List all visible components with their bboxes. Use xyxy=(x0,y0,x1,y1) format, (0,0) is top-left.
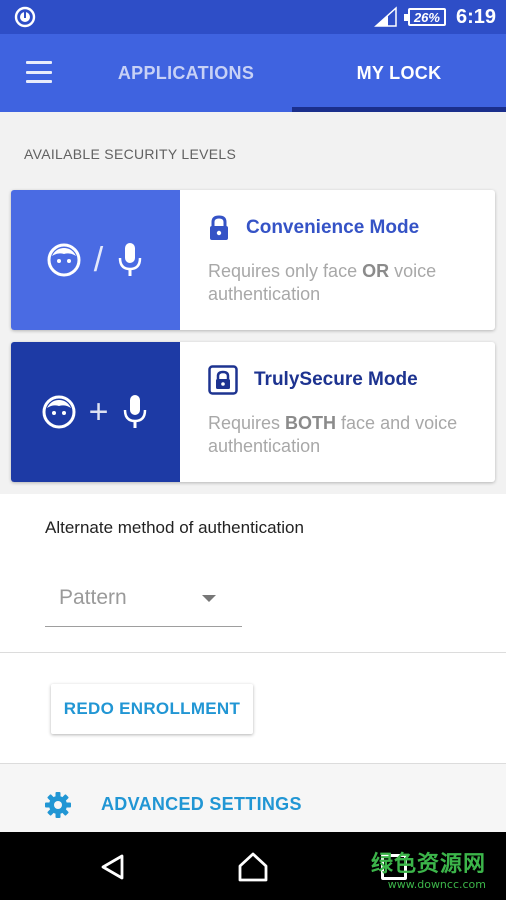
lock-icon xyxy=(210,215,228,240)
hamburger-menu-icon[interactable] xyxy=(26,61,52,83)
app-notification-icon xyxy=(14,6,36,28)
mode-description: Requires only face OR voice authenticati… xyxy=(208,261,437,304)
status-indicators: 26% 6:19 xyxy=(374,4,496,30)
convenience-mode-card[interactable]: / Convenience Mode Requires only face OR… xyxy=(11,190,495,330)
advanced-settings-label: ADVANCED SETTINGS xyxy=(101,794,302,814)
tab-applications[interactable]: APPLICATIONS xyxy=(80,34,292,112)
microphone-icon xyxy=(118,243,142,276)
status-time: 6:19 xyxy=(455,5,496,28)
mode-description: Requires BOTH face and voice authenticat… xyxy=(208,413,458,456)
mode-graphic: + xyxy=(11,342,180,482)
face-icon xyxy=(47,243,81,277)
battery-icon: 26% xyxy=(403,8,446,26)
back-icon[interactable] xyxy=(98,852,128,882)
dropdown-arrow-icon xyxy=(202,595,216,602)
alternate-method-dropdown[interactable]: Pattern xyxy=(45,578,242,627)
divider xyxy=(0,652,506,653)
boxed-lock-icon xyxy=(208,365,238,395)
signal-icon xyxy=(374,6,397,27)
gear-icon xyxy=(45,792,71,818)
app-bar: APPLICATIONS MY LOCK xyxy=(0,34,506,112)
section-header: AVAILABLE SECURITY LEVELS xyxy=(24,146,237,162)
advanced-settings-row[interactable]: ADVANCED SETTINGS xyxy=(0,764,506,832)
status-bar: 26% 6:19 xyxy=(0,0,506,34)
mode-title: Convenience Mode xyxy=(246,217,420,238)
watermark-text: 绿色资源网 xyxy=(370,852,486,877)
system-nav-bar: 绿色资源网 www.downcc.com xyxy=(0,832,506,900)
alternate-method-label: Alternate method of authentication xyxy=(45,518,304,537)
tab-my-lock[interactable]: MY LOCK xyxy=(292,34,506,112)
face-icon xyxy=(42,395,76,429)
operator-text: / xyxy=(93,240,104,279)
watermark-url: www.downcc.com xyxy=(387,878,486,891)
watermark: 绿色资源网 www.downcc.com xyxy=(371,846,486,891)
trulysecure-mode-card[interactable]: + TrulySecure Mode Requires BOTH face an… xyxy=(11,342,495,482)
microphone-icon xyxy=(124,395,147,428)
home-icon[interactable] xyxy=(236,850,270,884)
battery-level: 26% xyxy=(413,9,440,25)
operator-text: + xyxy=(88,392,109,431)
mode-title: TrulySecure Mode xyxy=(254,369,418,390)
dropdown-selected-value: Pattern xyxy=(59,586,127,609)
redo-enrollment-button[interactable]: REDO ENROLLMENT xyxy=(51,684,253,734)
mode-graphic: / xyxy=(11,190,180,330)
security-levels-section: AVAILABLE SECURITY LEVELS / Convenience … xyxy=(0,112,506,494)
